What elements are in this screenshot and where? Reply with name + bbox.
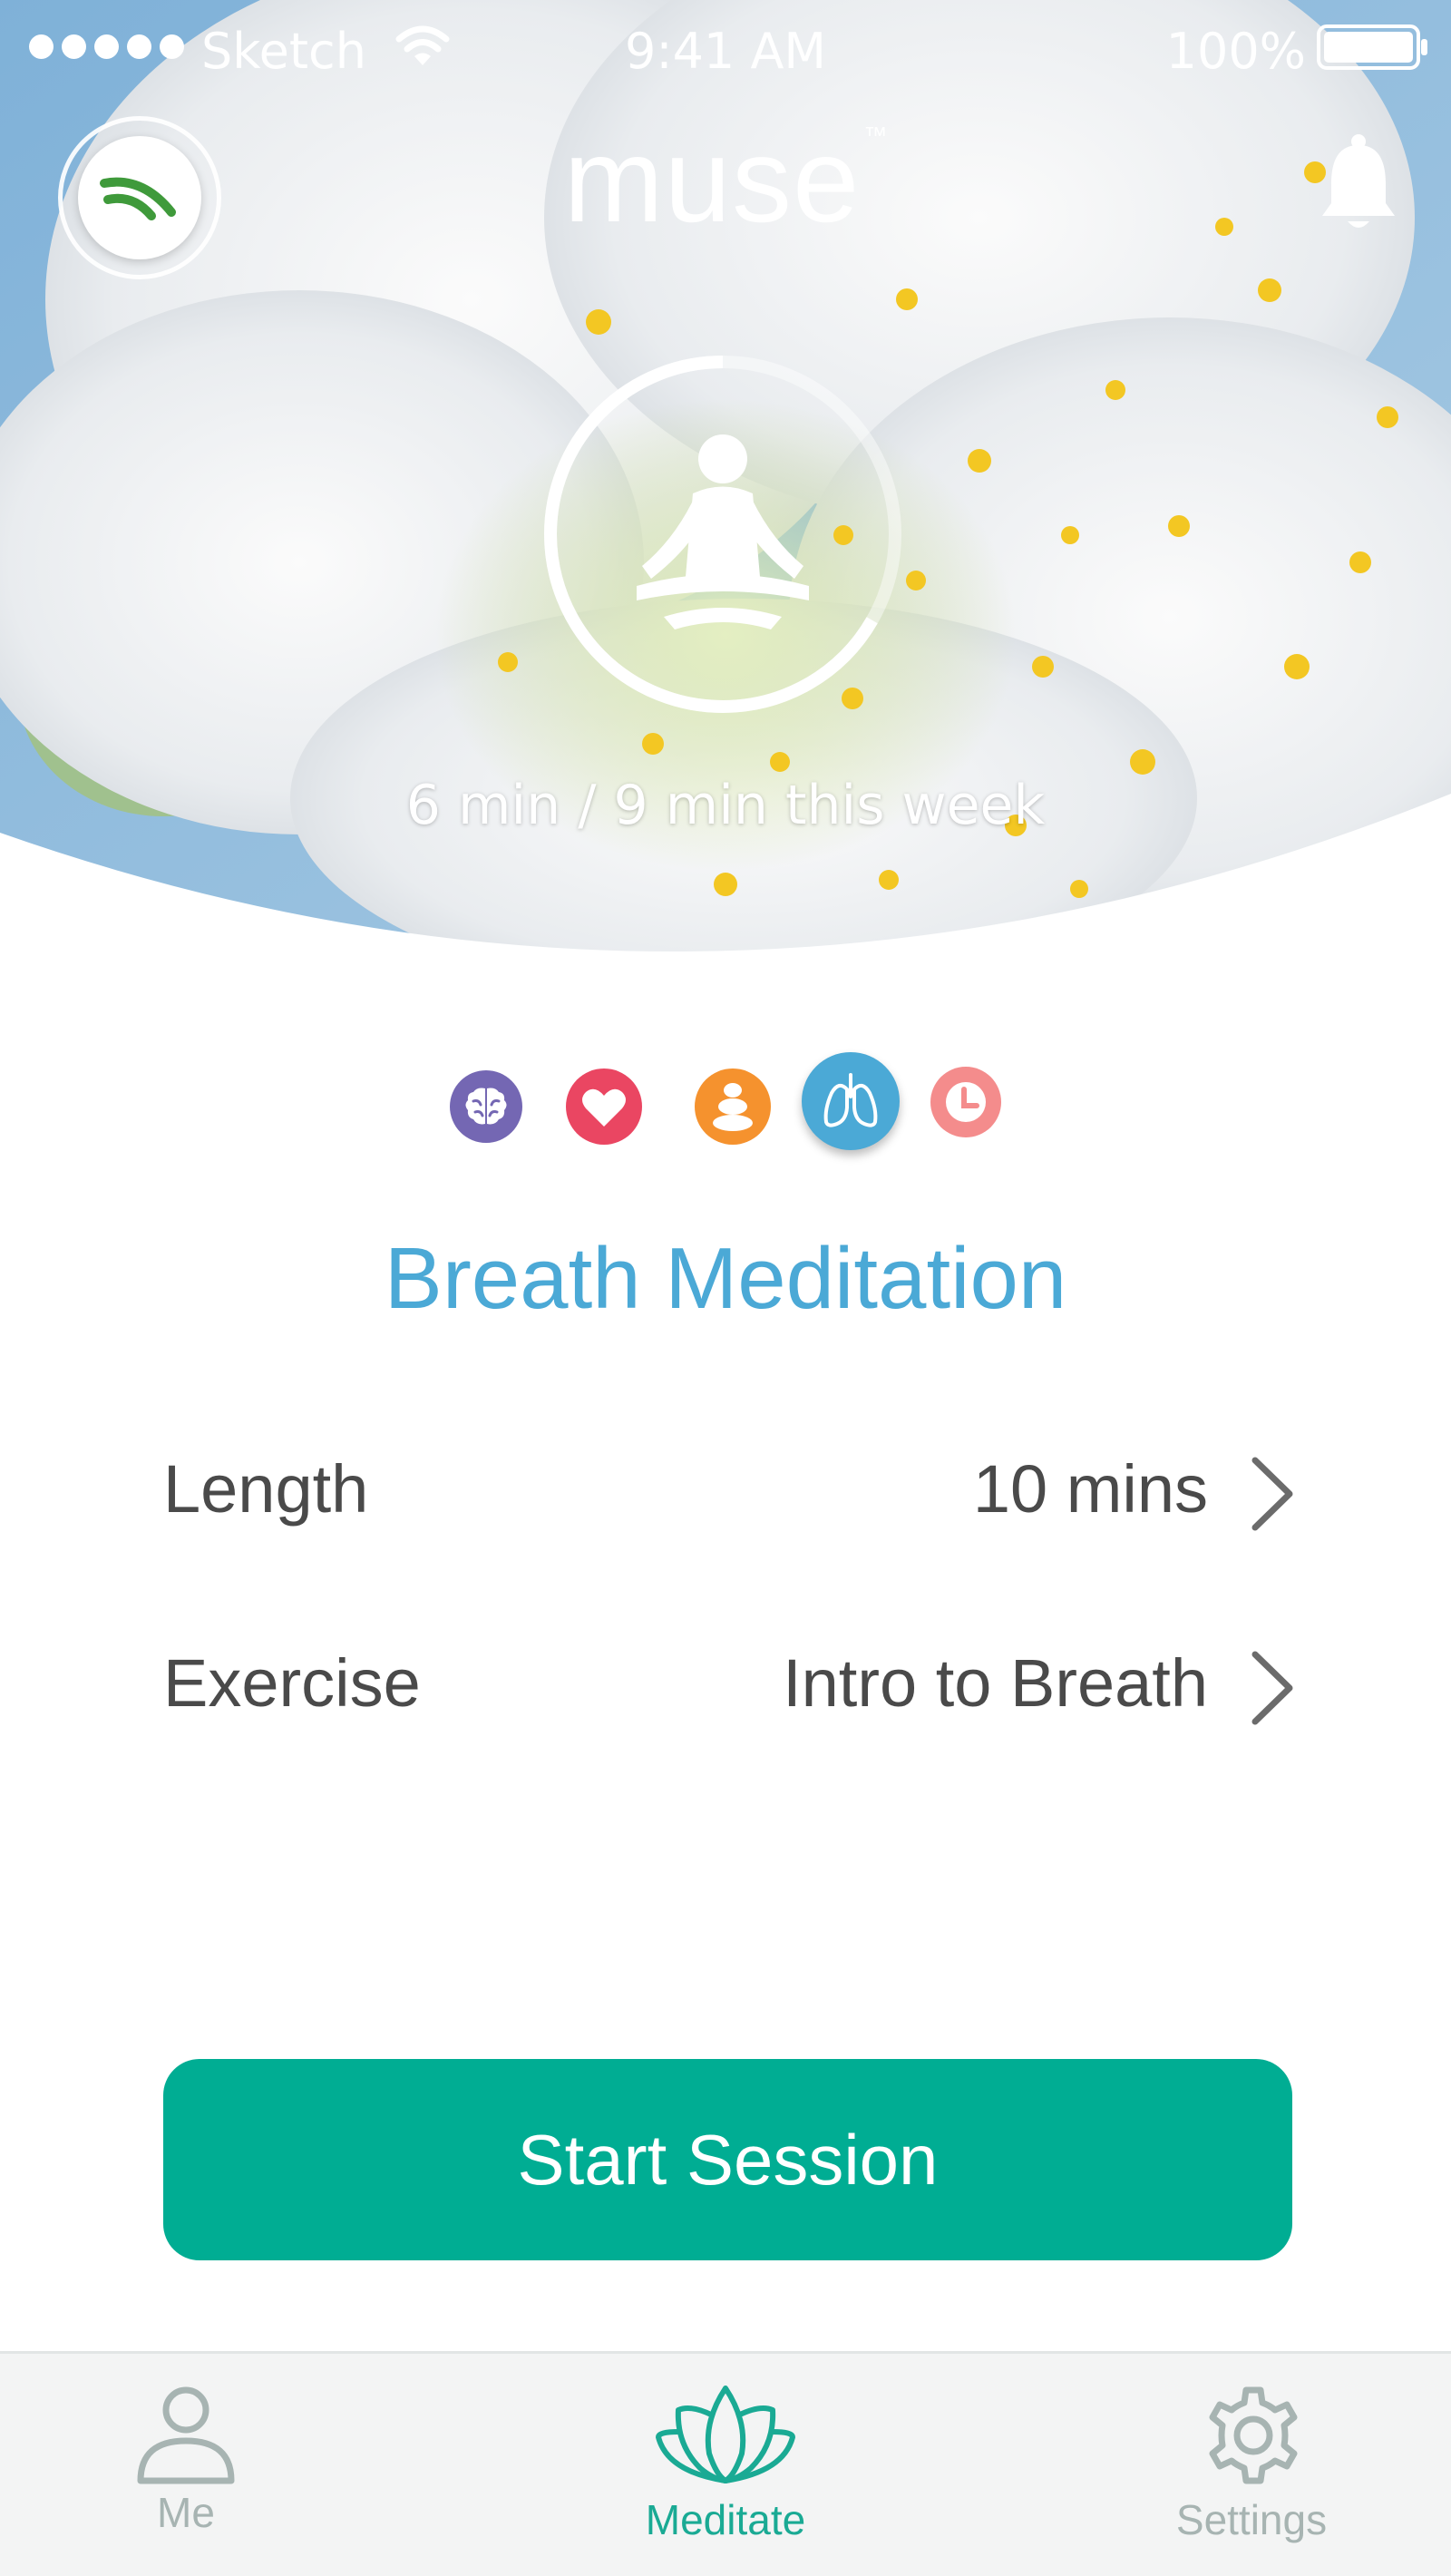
battery-icon (1317, 24, 1427, 70)
category-timer[interactable] (930, 1067, 1001, 1137)
exercise-row[interactable]: Exercise Intro to Breath (0, 1629, 1451, 1738)
tab-me-label: Me (157, 2489, 215, 2536)
heart-icon (582, 1088, 626, 1127)
length-row[interactable]: Length 10 mins (0, 1435, 1451, 1544)
brain-icon (465, 1088, 507, 1125)
tab-meditate[interactable]: Meditate (603, 2354, 848, 2576)
stones-icon (713, 1083, 753, 1131)
weekly-progress-text: 6 min / 9 min this week (405, 774, 1046, 837)
lungs-icon (823, 1073, 878, 1127)
tab-settings[interactable]: Settings (1125, 2354, 1378, 2576)
clock-icon (946, 1082, 986, 1122)
exercise-value: Intro to Breath (783, 1645, 1208, 1721)
tab-me[interactable]: Me (91, 2354, 281, 2576)
category-body[interactable] (695, 1068, 771, 1145)
tab-meditate-label: Meditate (645, 2496, 806, 2543)
gear-icon (1209, 2386, 1298, 2484)
category-heart[interactable] (566, 1068, 642, 1145)
weekly-progress-ring (544, 356, 901, 713)
start-session-button[interactable]: Start Session (163, 2059, 1292, 2260)
chevron-right-icon (1251, 1457, 1293, 1531)
length-label: Length (163, 1451, 369, 1527)
battery-percentage: 100% (1165, 23, 1306, 80)
category-breath-selected[interactable] (802, 1052, 900, 1150)
exercise-label: Exercise (163, 1645, 421, 1721)
tab-settings-label: Settings (1175, 2496, 1328, 2543)
meditation-figure-icon (637, 434, 809, 629)
status-bar: Sketch 9:41 AM 100% (0, 0, 1451, 105)
hero-banner: Sketch 9:41 AM 100% muse ™ 6 min / 9 min… (0, 0, 1451, 971)
session-title: Breath Meditation (384, 1230, 1067, 1327)
person-icon (137, 2386, 235, 2484)
muse-logo: muse ™ (0, 112, 1451, 249)
chevron-right-icon (1251, 1651, 1293, 1725)
length-value: 10 mins (972, 1451, 1208, 1527)
tab-bar: Me Meditate Settings (0, 2351, 1451, 2576)
logo-trademark: ™ (863, 122, 888, 149)
logo-wordmark: muse (563, 113, 861, 247)
category-brain[interactable] (450, 1070, 522, 1143)
lotus-icon (656, 2386, 795, 2483)
bell-icon[interactable] (1315, 132, 1402, 234)
